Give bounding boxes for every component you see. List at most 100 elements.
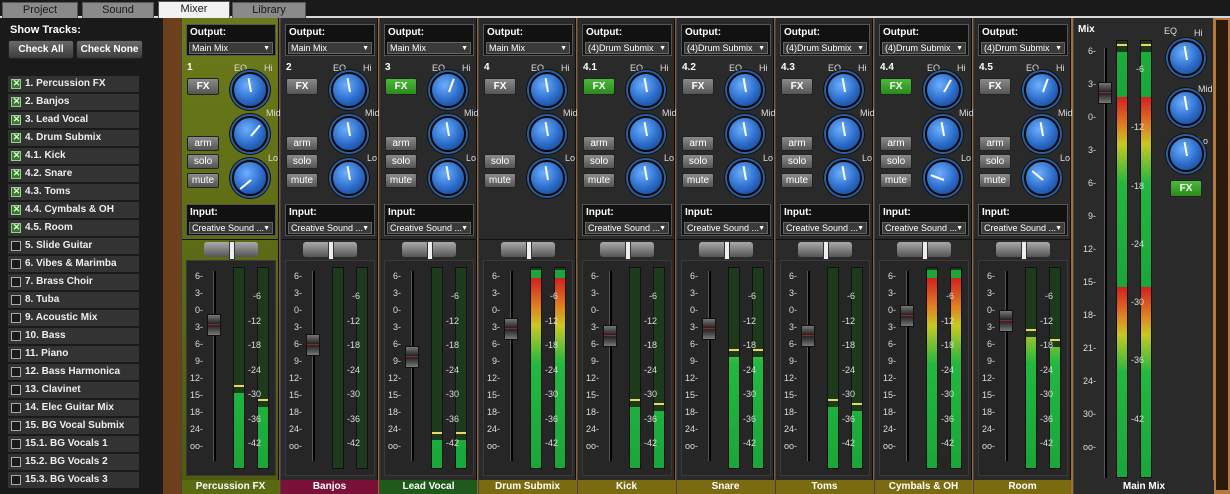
input-select[interactable]: Creative Sound ... ▼: [783, 222, 867, 234]
pan-slider[interactable]: [996, 241, 1050, 260]
eq-hi-knob[interactable]: [727, 72, 763, 108]
arm-button[interactable]: arm: [187, 136, 219, 151]
fx-button[interactable]: FX: [781, 78, 813, 95]
volume-fader[interactable]: [405, 346, 419, 368]
volume-fader[interactable]: [504, 318, 518, 340]
volume-fader[interactable]: [603, 325, 617, 347]
fx-button[interactable]: FX: [385, 78, 417, 95]
track-checkbox[interactable]: [11, 241, 21, 251]
fx-button[interactable]: FX: [484, 78, 516, 95]
arm-button[interactable]: arm: [286, 136, 318, 151]
eq-mid-knob[interactable]: [628, 116, 664, 152]
track-checkbox[interactable]: [11, 439, 21, 449]
solo-button[interactable]: solo: [385, 154, 417, 169]
eq-hi-knob[interactable]: [1168, 40, 1204, 76]
sidebar-track-item[interactable]: 6. Vibes & Marimba: [8, 256, 139, 272]
track-checkbox[interactable]: [11, 475, 21, 485]
mute-button[interactable]: mute: [187, 173, 219, 188]
sidebar-track-item[interactable]: 8. Tuba: [8, 292, 139, 308]
mute-button[interactable]: mute: [484, 173, 516, 188]
sidebar-track-item[interactable]: 4.3. Toms: [8, 184, 139, 200]
tab-mixer[interactable]: Mixer: [158, 1, 230, 18]
track-checkbox[interactable]: [11, 94, 21, 108]
eq-hi-knob[interactable]: [1024, 72, 1060, 108]
mute-button[interactable]: mute: [385, 173, 417, 188]
tab-sound[interactable]: Sound: [82, 2, 154, 18]
solo-button[interactable]: solo: [979, 154, 1011, 169]
fx-button[interactable]: FX: [187, 78, 219, 95]
track-checkbox[interactable]: [11, 148, 21, 162]
track-checkbox[interactable]: [11, 277, 21, 287]
solo-button[interactable]: solo: [781, 154, 813, 169]
sidebar-track-item[interactable]: 4.4. Cymbals & OH: [8, 202, 139, 218]
volume-fader[interactable]: [306, 334, 320, 356]
arm-button[interactable]: arm: [979, 136, 1011, 151]
track-checkbox[interactable]: [11, 349, 21, 359]
mute-button[interactable]: mute: [781, 173, 813, 188]
sidebar-track-item[interactable]: 4. Drum Submix: [8, 130, 139, 146]
eq-hi-knob[interactable]: [430, 72, 466, 108]
pan-slider[interactable]: [402, 241, 456, 260]
mute-button[interactable]: mute: [979, 173, 1011, 188]
mute-button[interactable]: mute: [682, 173, 714, 188]
fx-button[interactable]: FX: [1170, 180, 1202, 197]
volume-fader[interactable]: [207, 314, 221, 336]
sidebar-track-item[interactable]: 14. Elec Guitar Mix: [8, 400, 139, 416]
sidebar-track-item[interactable]: 4.5. Room: [8, 220, 139, 236]
sidebar-track-item[interactable]: 13. Clavinet: [8, 382, 139, 398]
arm-button[interactable]: arm: [583, 136, 615, 151]
output-select[interactable]: (4)Drum Submix ▼: [585, 42, 669, 54]
pan-slider[interactable]: [897, 241, 951, 260]
sidebar-track-item[interactable]: 15. BG Vocal Submix: [8, 418, 139, 434]
sidebar-track-item[interactable]: 4.2. Snare: [8, 166, 139, 182]
sidebar-track-item[interactable]: 9. Acoustic Mix: [8, 310, 139, 326]
mute-button[interactable]: mute: [583, 173, 615, 188]
mute-button[interactable]: mute: [880, 173, 912, 188]
sidebar-track-item[interactable]: 12. Bass Harmonica: [8, 364, 139, 380]
volume-fader[interactable]: [702, 318, 716, 340]
eq-hi-knob[interactable]: [925, 72, 961, 108]
sidebar-track-item[interactable]: 11. Piano: [8, 346, 139, 362]
volume-fader[interactable]: [900, 305, 914, 327]
sidebar-track-item[interactable]: 3. Lead Vocal: [8, 112, 139, 128]
track-checkbox[interactable]: [11, 184, 21, 198]
track-checkbox[interactable]: [11, 367, 21, 377]
eq-mid-knob[interactable]: [1168, 90, 1204, 126]
sidebar-track-item[interactable]: 4.1. Kick: [8, 148, 139, 164]
eq-lo-knob[interactable]: [529, 160, 565, 196]
eq-lo-knob[interactable]: [1168, 136, 1204, 172]
solo-button[interactable]: solo: [682, 154, 714, 169]
eq-lo-knob[interactable]: [331, 160, 367, 196]
solo-button[interactable]: solo: [880, 154, 912, 169]
fx-button[interactable]: FX: [286, 78, 318, 95]
mixer-scrollbar[interactable]: [1216, 20, 1228, 490]
eq-hi-knob[interactable]: [529, 72, 565, 108]
arm-button[interactable]: arm: [880, 136, 912, 151]
tab-library[interactable]: Library: [232, 2, 306, 18]
output-select[interactable]: Main Mix ▼: [288, 42, 372, 54]
track-checkbox[interactable]: [11, 130, 21, 144]
solo-button[interactable]: solo: [286, 154, 318, 169]
input-select[interactable]: Creative Sound ... ▼: [585, 222, 669, 234]
sidebar-track-item[interactable]: 15.3. BG Vocals 3: [8, 472, 139, 488]
eq-lo-knob[interactable]: [430, 160, 466, 196]
track-checkbox[interactable]: [11, 385, 21, 395]
output-select[interactable]: (4)Drum Submix ▼: [882, 42, 966, 54]
eq-mid-knob[interactable]: [925, 116, 961, 152]
eq-hi-knob[interactable]: [331, 72, 367, 108]
mute-button[interactable]: mute: [286, 173, 318, 188]
sidebar-track-item[interactable]: 15.2. BG Vocals 2: [8, 454, 139, 470]
pan-slider[interactable]: [798, 241, 852, 260]
output-select[interactable]: (4)Drum Submix ▼: [981, 42, 1065, 54]
volume-fader[interactable]: [1098, 82, 1112, 104]
sidebar-track-item[interactable]: 1. Percussion FX: [8, 76, 139, 92]
track-checkbox[interactable]: [11, 403, 21, 413]
input-select[interactable]: Creative Sound ... ▼: [387, 222, 471, 234]
solo-button[interactable]: solo: [583, 154, 615, 169]
eq-mid-knob[interactable]: [331, 116, 367, 152]
eq-lo-knob[interactable]: [1024, 160, 1060, 196]
pan-slider[interactable]: [699, 241, 753, 260]
pan-slider[interactable]: [204, 241, 258, 260]
sidebar-track-item[interactable]: 2. Banjos: [8, 94, 139, 110]
output-select[interactable]: Main Mix ▼: [189, 42, 273, 54]
